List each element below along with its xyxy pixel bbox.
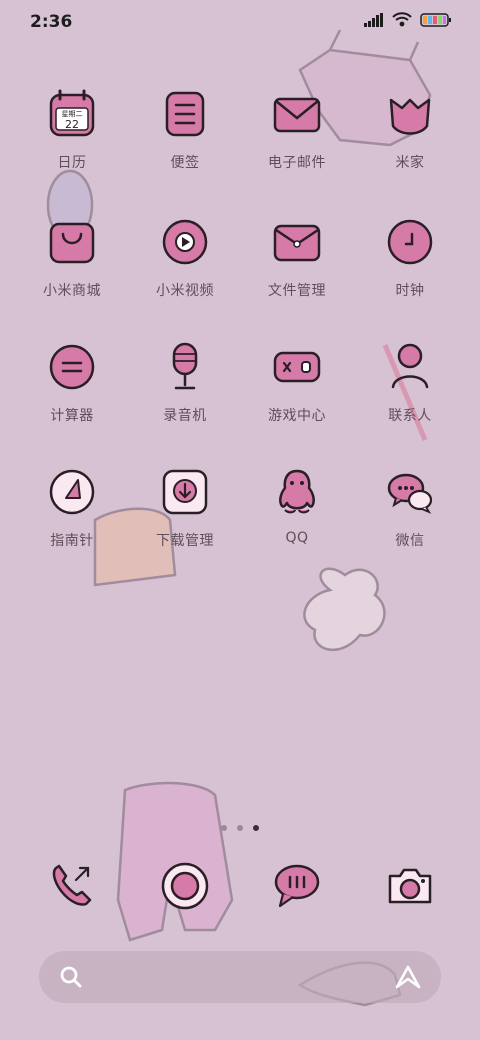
app-label: 微信 <box>395 533 425 549</box>
app-contacts[interactable]: 联系人 <box>354 341 466 441</box>
app-label: 联系人 <box>388 408 432 424</box>
gamepad-icon <box>273 351 321 383</box>
compass-icon <box>49 469 95 515</box>
wifi-icon <box>392 12 412 27</box>
app-label: 小米商城 <box>43 283 101 299</box>
page-dot[interactable] <box>221 825 227 831</box>
app-downloads[interactable]: 下载管理 <box>129 466 241 566</box>
svg-text:星期二: 星期二 <box>62 110 83 118</box>
contact-icon <box>391 343 429 389</box>
video-play-icon <box>162 219 208 265</box>
app-mi-video[interactable]: 小米视频 <box>129 216 241 316</box>
battery-icon <box>420 13 451 27</box>
app-label: 米家 <box>395 155 425 171</box>
app-label: 时钟 <box>395 283 425 299</box>
app-label: 日历 <box>57 155 87 171</box>
status-icons <box>364 12 452 28</box>
app-email[interactable]: 电子邮件 <box>241 88 353 188</box>
app-recorder[interactable]: 录音机 <box>129 341 241 441</box>
browser-icon <box>161 862 209 910</box>
app-file-manager[interactable]: 文件管理 <box>241 216 353 316</box>
app-calendar[interactable]: 星期二 22 日历 <box>16 88 128 188</box>
app-label: 电子邮件 <box>268 155 326 171</box>
calculator-icon <box>49 344 95 390</box>
dock-messages[interactable] <box>241 860 353 920</box>
wechat-icon <box>387 473 433 514</box>
message-icon <box>274 864 320 908</box>
search-icon <box>60 966 82 988</box>
notes-icon <box>165 91 205 137</box>
assistant-icon[interactable] <box>395 965 421 989</box>
calendar-icon: 星期二 22 <box>49 89 95 137</box>
app-qq[interactable]: QQ <box>241 466 353 566</box>
mihome-icon <box>389 98 431 135</box>
app-notes[interactable]: 便签 <box>129 88 241 188</box>
app-mi-store[interactable]: 小米商城 <box>16 216 128 316</box>
page-indicator <box>0 825 480 831</box>
app-compass[interactable]: 指南针 <box>16 466 128 566</box>
app-label: 计算器 <box>50 408 94 424</box>
status-bar: 2:36 <box>0 0 480 44</box>
app-mihome[interactable]: 米家 <box>354 88 466 188</box>
page-dot[interactable] <box>237 825 243 831</box>
signal-icon <box>364 13 383 27</box>
dock-phone[interactable] <box>16 860 128 920</box>
dock-camera[interactable] <box>354 860 466 920</box>
page-dot-active[interactable] <box>253 825 259 831</box>
qq-penguin-icon <box>279 469 315 514</box>
app-label: QQ <box>285 530 309 546</box>
phone-icon <box>52 864 92 906</box>
clock-icon <box>387 219 433 265</box>
app-label: 文件管理 <box>268 283 326 299</box>
download-icon <box>162 469 208 515</box>
app-label: 录音机 <box>163 408 207 424</box>
app-label: 便签 <box>170 155 200 171</box>
app-label: 下载管理 <box>156 533 214 549</box>
search-bar[interactable] <box>39 951 441 1003</box>
shopping-bag-icon <box>49 222 95 264</box>
app-game-center[interactable]: 游戏中心 <box>241 341 353 441</box>
dock-browser[interactable] <box>129 860 241 920</box>
microphone-icon <box>172 342 198 390</box>
app-calculator[interactable]: 计算器 <box>16 341 128 441</box>
email-icon <box>273 97 321 133</box>
status-time: 2:36 <box>30 12 73 32</box>
camera-icon <box>388 868 432 904</box>
app-label: 游戏中心 <box>268 408 326 424</box>
folder-icon <box>273 224 321 262</box>
app-clock[interactable]: 时钟 <box>354 216 466 316</box>
app-wechat[interactable]: 微信 <box>354 466 466 566</box>
app-label: 指南针 <box>50 533 94 549</box>
app-label: 小米视频 <box>156 283 214 299</box>
dock <box>0 860 480 920</box>
svg-text:22: 22 <box>65 118 79 131</box>
